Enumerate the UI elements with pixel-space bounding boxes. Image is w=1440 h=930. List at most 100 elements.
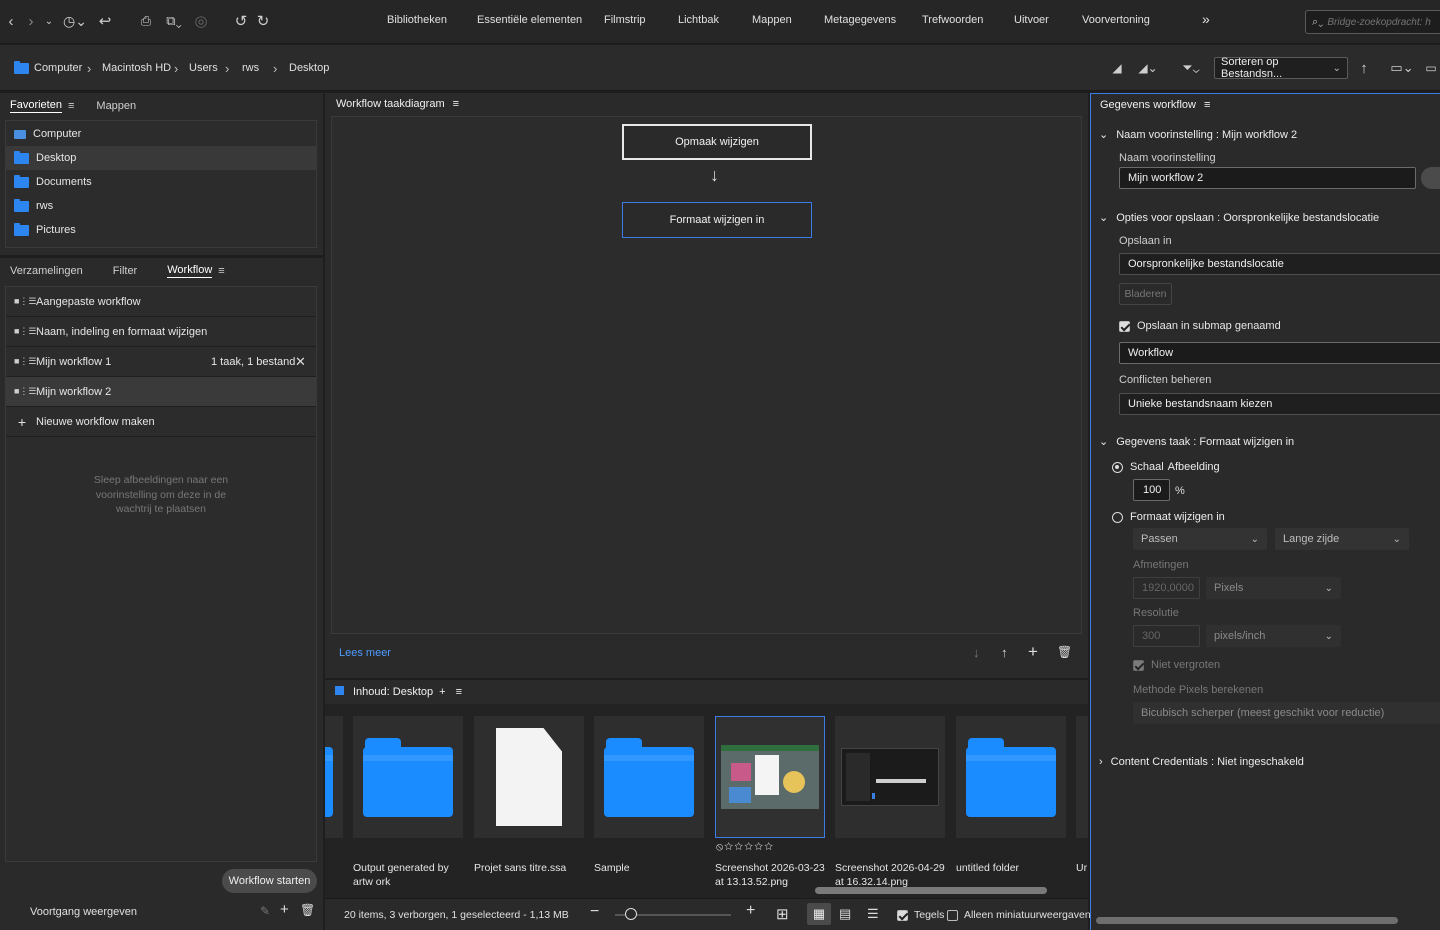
side-dropdown[interactable]: Lange zijde ⌄ bbox=[1275, 528, 1409, 550]
quality-filter-icon[interactable]: ◢ bbox=[1108, 57, 1126, 79]
thumbnail-label[interactable]: Screenshot 2026-03-23 at 13.13.52.png bbox=[715, 861, 827, 889]
show-progress-label[interactable]: Voortgang weergeven bbox=[30, 906, 137, 918]
subfolder-checkbox[interactable] bbox=[1119, 320, 1130, 332]
conflicts-dropdown[interactable]: Unieke bestandsnaam kiezen bbox=[1119, 393, 1440, 415]
start-workflow-button[interactable]: Workflow starten bbox=[222, 869, 317, 893]
thumbnail-view-icon[interactable]: ▦ bbox=[807, 903, 831, 925]
browse-button[interactable]: Bladeren bbox=[1119, 283, 1172, 305]
grid-lock-icon[interactable]: ⊞ bbox=[776, 905, 789, 923]
workspace-essentiele-elementen[interactable]: Essentiële elementen bbox=[477, 14, 582, 26]
panel-menu-icon[interactable]: ≡ bbox=[68, 100, 74, 112]
favorite-computer[interactable]: Computer bbox=[6, 122, 316, 146]
thumbnail-item[interactable] bbox=[956, 716, 1066, 838]
breadcrumb-users[interactable]: Users bbox=[189, 62, 218, 74]
resize-option[interactable]: Formaat wijzigen in bbox=[1112, 511, 1225, 523]
no-enlarge-option[interactable]: Niet vergroten bbox=[1133, 659, 1220, 671]
zoom-out-icon[interactable]: − bbox=[590, 903, 599, 921]
camera-download-icon[interactable]: ⎙ bbox=[136, 10, 156, 32]
panel-menu-icon[interactable]: ≡ bbox=[456, 686, 462, 698]
tab-workflow[interactable]: Workflow bbox=[167, 264, 213, 278]
search-input[interactable] bbox=[1327, 16, 1438, 28]
thumbs-only-toggle[interactable]: Alleen miniatuurweergaven bbox=[947, 909, 1091, 921]
task-section-header[interactable]: ⌄ Gegevens taak : Formaat wijzigen in bbox=[1099, 435, 1294, 449]
sort-ascending-icon[interactable]: ↑ bbox=[1356, 57, 1372, 79]
preset-section-header[interactable]: ⌄ Naam voorinstelling : Mijn workflow 2 bbox=[1099, 128, 1297, 142]
tiles-toggle[interactable]: Tegels bbox=[897, 909, 944, 921]
new-workflow-button[interactable]: + Nieuwe workflow maken bbox=[6, 407, 316, 437]
save-preset-button[interactable] bbox=[1421, 167, 1440, 189]
dimension-unit-dropdown[interactable]: Pixels ⌄ bbox=[1206, 577, 1341, 599]
rotate-right-icon[interactable]: ↻ bbox=[254, 10, 272, 32]
rating-filter-icon[interactable]: ◢⌄ bbox=[1134, 57, 1162, 79]
save-section-header[interactable]: ⌄ Opties voor opslaan : Oorspronkelijke … bbox=[1099, 211, 1379, 225]
workspace-metagegevens[interactable]: Metagegevens bbox=[824, 14, 896, 26]
diagram-node-formaat[interactable]: Formaat wijzigen in bbox=[622, 202, 812, 238]
refine-icon[interactable]: ⧉⌄ bbox=[160, 10, 188, 32]
subfolder-name-field[interactable]: Workflow bbox=[1119, 342, 1440, 364]
workflow-item-aangepaste[interactable]: ■⋮☰ Aangepaste workflow bbox=[6, 287, 316, 317]
read-more-link[interactable]: Lees meer bbox=[339, 647, 391, 659]
workspace-voorvertoning[interactable]: Voorvertoning bbox=[1082, 14, 1150, 26]
list-view-icon[interactable]: ☰ bbox=[867, 906, 879, 922]
dimensions-field[interactable]: 1920,0000 bbox=[1133, 577, 1200, 599]
breadcrumb-macintosh-hd[interactable]: Macintosh HD bbox=[102, 62, 171, 74]
workflow-item-mijn-workflow-1[interactable]: ■⋮☰ Mijn workflow 1 1 taak, 1 bestand ✕ bbox=[6, 347, 316, 377]
favorite-rws[interactable]: rws bbox=[6, 194, 316, 218]
panel-menu-icon[interactable]: ≡ bbox=[1204, 99, 1210, 111]
add-tab-icon[interactable]: + bbox=[439, 686, 445, 698]
tab-verzamelingen[interactable]: Verzamelingen bbox=[10, 265, 83, 277]
zoom-in-icon[interactable]: + bbox=[746, 902, 755, 920]
resize-radio[interactable] bbox=[1112, 511, 1123, 523]
panel-menu-icon[interactable]: ≡ bbox=[218, 265, 224, 277]
chevron-down-icon[interactable]: ⌄ bbox=[42, 10, 56, 32]
thumbnail-item[interactable] bbox=[353, 716, 463, 838]
tab-mappen[interactable]: Mappen bbox=[96, 100, 136, 112]
recent-icon[interactable]: ▭ bbox=[1424, 57, 1438, 79]
more-workspaces-button[interactable]: » bbox=[1202, 11, 1210, 27]
thumbnail-label[interactable]: Output generated by artw ork bbox=[353, 861, 471, 889]
recent-files-icon[interactable]: ◷⌄ bbox=[62, 10, 88, 32]
save-in-dropdown[interactable]: Oorspronkelijke bestandslocatie bbox=[1119, 253, 1440, 275]
breadcrumb-desktop[interactable]: Desktop bbox=[289, 62, 329, 74]
favorite-documents[interactable]: Documents bbox=[6, 170, 316, 194]
close-icon[interactable]: ✕ bbox=[295, 354, 306, 370]
edit-icon[interactable]: ✎ bbox=[260, 904, 270, 918]
add-task-icon[interactable]: + bbox=[1028, 642, 1038, 662]
workspace-lichtbak[interactable]: Lichtbak bbox=[678, 14, 719, 26]
favorite-desktop[interactable]: Desktop bbox=[6, 146, 316, 170]
workflow-item-naam-indeling[interactable]: ■⋮☰ Naam, indeling en formaat wijzigen bbox=[6, 317, 316, 347]
favorite-pictures[interactable]: Pictures bbox=[6, 218, 316, 242]
search-box[interactable]: ⌕⌄ bbox=[1305, 10, 1440, 34]
add-icon[interactable]: + bbox=[280, 901, 289, 918]
panel-menu-icon[interactable]: ≡ bbox=[453, 98, 459, 110]
workspace-uitvoer[interactable]: Uitvoer bbox=[1014, 14, 1049, 26]
thumbnail-item[interactable] bbox=[474, 716, 584, 838]
diagram-node-opmaak[interactable]: Opmaak wijzigen bbox=[622, 124, 812, 160]
back-icon[interactable]: ‹ bbox=[4, 10, 18, 32]
open-in-camera-raw-icon[interactable]: ◎ bbox=[192, 10, 210, 32]
workflow-item-mijn-workflow-2[interactable]: ■⋮☰ Mijn workflow 2 bbox=[6, 377, 316, 407]
thumbs-only-checkbox[interactable] bbox=[947, 909, 958, 921]
sort-dropdown[interactable]: Sorteren op Bestandsn... ⌄ bbox=[1214, 56, 1348, 80]
scale-radio[interactable] bbox=[1112, 461, 1123, 473]
thumbnail-label[interactable]: Ur bbox=[1076, 861, 1088, 875]
new-folder-icon[interactable]: ▭⌄ bbox=[1388, 57, 1416, 79]
credentials-section-header[interactable]: › Content Credentials : Niet ingeschakel… bbox=[1099, 756, 1304, 768]
thumbnail-item-selected[interactable] bbox=[715, 716, 825, 838]
thumbnail-partial[interactable] bbox=[1076, 716, 1088, 838]
thumbnail-partial[interactable] bbox=[325, 716, 343, 838]
thumbnail-item[interactable] bbox=[594, 716, 704, 838]
filter-icon[interactable]: ⏷⌄ bbox=[1178, 57, 1204, 79]
horizontal-scrollbar[interactable] bbox=[815, 887, 1047, 894]
breadcrumb-rws[interactable]: rws bbox=[242, 62, 259, 74]
preset-name-field[interactable]: Mijn workflow 2 bbox=[1119, 167, 1416, 189]
forward-icon[interactable]: › bbox=[24, 10, 38, 32]
resample-method-dropdown[interactable]: Bicubisch scherper (meest geschikt voor … bbox=[1133, 702, 1440, 724]
zoom-slider-thumb[interactable] bbox=[625, 908, 637, 920]
no-enlarge-checkbox[interactable] bbox=[1133, 659, 1144, 671]
scale-value-field[interactable]: 100 bbox=[1133, 479, 1170, 501]
workspace-trefwoorden[interactable]: Trefwoorden bbox=[922, 14, 983, 26]
rating-stars[interactable]: ⦸☆☆☆☆☆ bbox=[716, 841, 774, 854]
workspace-bibliotheken[interactable]: Bibliotheken bbox=[387, 14, 447, 26]
rotate-left-icon[interactable]: ↺ bbox=[232, 10, 250, 32]
